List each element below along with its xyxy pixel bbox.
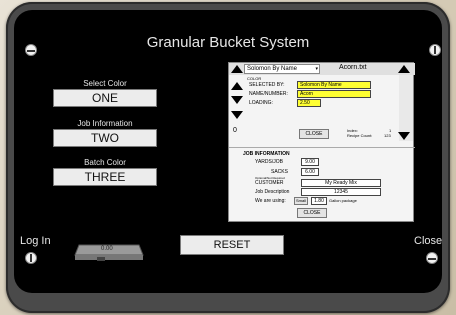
recipe-panel: Solomon By Name ▾ Acorn.txt 0 COLOR SELE… (228, 62, 415, 222)
yards-field[interactable]: 9.00 (301, 158, 319, 166)
job-info-button[interactable]: TWO (53, 129, 157, 147)
job-description-field[interactable]: 12345 (301, 188, 381, 196)
screw-bottom-left-icon (25, 252, 37, 264)
recipe-count-label: Recipe Count: (347, 133, 373, 138)
login-label[interactable]: Log In (20, 235, 51, 247)
select-color-label: Select Color (83, 79, 127, 88)
scale-icon: 0.00 (73, 239, 145, 263)
sacks-field[interactable]: 6.00 (301, 168, 319, 176)
selected-by-field[interactable]: Solomon By Name (297, 81, 371, 89)
job-info-label: Job Information (77, 119, 133, 128)
size-small-button[interactable]: Small (294, 197, 308, 205)
list-scroll-up-icon[interactable] (398, 65, 410, 73)
select-color-button[interactable]: ONE (53, 89, 157, 107)
batch-color-button[interactable]: THREE (53, 168, 157, 186)
page-title: Granular Bucket System (146, 34, 310, 51)
close-label[interactable]: Close (414, 235, 442, 247)
selected-by-label: SELECTED BY: (249, 82, 285, 88)
loading-field[interactable]: 2.50 (297, 99, 321, 107)
recipe-dropdown-value: Solomon By Name (247, 66, 298, 72)
sacks-label: SACKS (271, 169, 288, 175)
next-down-icon[interactable] (231, 96, 243, 104)
recipe-dropdown[interactable]: Solomon By Name ▾ (244, 64, 320, 74)
scale-value: 0.00 (101, 246, 113, 252)
scroll-up-icon[interactable] (231, 65, 243, 73)
customer-field[interactable]: My Ready Mix (301, 179, 381, 187)
job-info-header: JOB INFORMATION (243, 151, 290, 157)
list-scroll-down-icon[interactable] (398, 132, 410, 140)
divider (229, 147, 415, 148)
job-description-label: Job Description (255, 189, 290, 195)
recipe-close-button[interactable]: CLOSE (299, 129, 329, 139)
using-suffix: Gallon package (329, 198, 357, 203)
yards-label: YARDS/JOB (255, 159, 283, 165)
using-field[interactable]: 1.80 (311, 197, 327, 205)
batch-color-label: Batch Color (84, 158, 126, 167)
recipe-count-value: 123 (384, 133, 391, 138)
next-down-2-icon[interactable] (231, 111, 243, 119)
chevron-down-icon: ▾ (315, 66, 318, 72)
prev-up-icon[interactable] (231, 82, 243, 90)
color-caption: COLOR (247, 76, 262, 81)
name-number-label: NAME/NUMBER: (249, 91, 288, 97)
job-close-button[interactable]: CLOSE (297, 208, 327, 218)
name-number-field[interactable]: Acorn (297, 90, 371, 98)
recipe-filename: Acorn.txt (339, 64, 367, 71)
customer-label: CUSTOMER (255, 180, 284, 186)
loading-label: LOADING: (249, 100, 273, 106)
reset-button[interactable]: RESET (180, 235, 284, 255)
using-label: We are using: (255, 198, 286, 204)
screw-bottom-right-icon (426, 252, 438, 264)
zero-value: 0 (233, 127, 237, 134)
